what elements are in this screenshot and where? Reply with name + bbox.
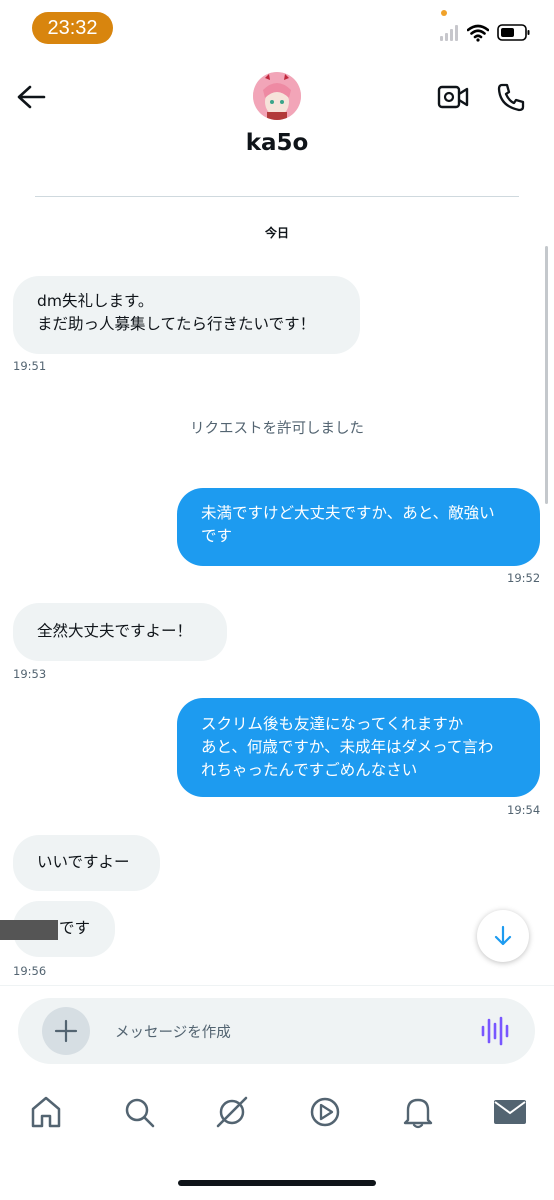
mail-icon[interactable]	[492, 1094, 528, 1130]
status-time: 23:32	[32, 12, 113, 44]
grok-icon[interactable]	[214, 1094, 250, 1130]
bell-icon[interactable]	[400, 1094, 436, 1130]
avatar[interactable]	[253, 72, 301, 120]
home-icon[interactable]	[28, 1094, 64, 1130]
message-bubble-outgoing[interactable]: 未満ですけど大丈夫ですか、あと、敵強い です	[177, 488, 540, 566]
message-bubble-incoming[interactable]: dm失礼します。 まだ助っ人募集してたら行きたいです！	[13, 276, 360, 354]
header-divider	[35, 196, 519, 197]
wifi-icon	[467, 24, 489, 42]
redaction-block	[0, 920, 58, 940]
message-timestamp: 19:54	[507, 803, 541, 817]
back-arrow-icon[interactable]	[16, 84, 46, 110]
video-tab-icon[interactable]	[307, 1094, 343, 1130]
message-bubble-incoming[interactable]: いいですよー	[13, 835, 160, 891]
video-call-icon[interactable]	[437, 84, 469, 110]
message-timestamp: 19:52	[507, 571, 541, 585]
message-bubble-incoming[interactable]: 全然大丈夫ですよー！	[13, 603, 227, 661]
message-timestamp: 19:51	[13, 359, 47, 373]
plus-icon	[54, 1019, 78, 1043]
date-separator: 今日	[264, 226, 289, 240]
message-composer[interactable]	[18, 998, 535, 1064]
message-input[interactable]: メッセージを作成	[115, 1021, 231, 1042]
composer-divider	[0, 985, 554, 986]
home-indicator	[178, 1180, 376, 1186]
mic-indicator-dot	[441, 10, 447, 16]
phone-icon[interactable]	[496, 82, 526, 112]
chat-username[interactable]: ka5o	[0, 130, 554, 156]
scrollbar[interactable]	[545, 246, 548, 504]
signal-icon	[440, 25, 458, 41]
scroll-down-icon	[494, 925, 512, 946]
message-timestamp: 19:53	[13, 667, 47, 681]
message-timestamp: 19:56	[13, 964, 47, 978]
voice-wave-icon[interactable]	[480, 1015, 510, 1047]
scroll-to-bottom-button[interactable]	[477, 910, 529, 962]
battery-icon	[497, 24, 530, 41]
system-message: リクエストを許可しました	[190, 421, 364, 437]
search-icon[interactable]	[121, 1094, 157, 1130]
add-media-button[interactable]	[42, 1007, 90, 1055]
message-bubble-outgoing[interactable]: スクリム後も友達になってくれますか あと、何歳ですか、未成年はダメって言わ れち…	[177, 698, 540, 797]
